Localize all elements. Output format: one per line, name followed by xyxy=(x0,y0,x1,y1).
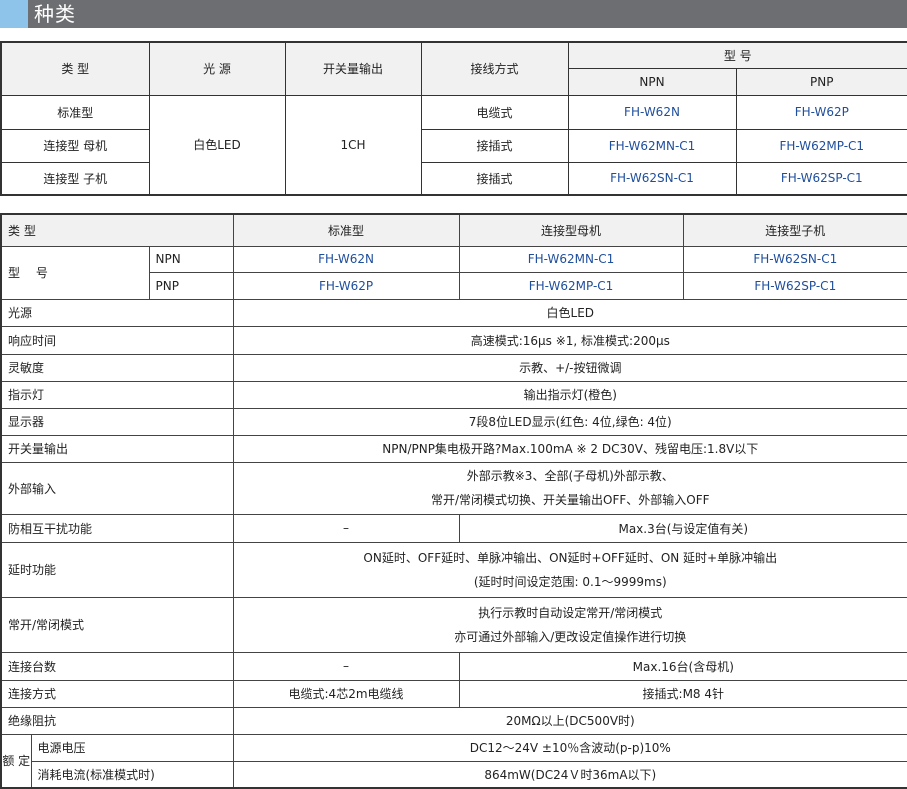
t2-wiring-label: 连接方式 xyxy=(0,679,234,708)
t2-header-master: 连接型母机 xyxy=(458,213,684,247)
t2-sw-value: NPN/PNP集电极开路?Max.100mA ※ 2 DC30V、残留电压:1.… xyxy=(232,434,907,463)
t2-ins-value: 20MΩ以上(DC500V时) xyxy=(232,706,907,735)
t2-count-right: Max.16台(含母机) xyxy=(458,651,907,681)
t2-npn-master: FH-W62MN-C1 xyxy=(458,245,684,273)
t2-cur-label: 消耗电流(标准模式时) xyxy=(30,760,234,789)
table-row: 标准型 白色LED 1CH 电缆式 FH-W62N FH-W62P xyxy=(0,94,907,196)
t1-header-npn: NPN xyxy=(567,67,737,96)
t2-anti-label: 防相互干扰功能 xyxy=(0,513,234,543)
t2-mode-label: 常开/常闭模式 xyxy=(0,596,234,653)
t2-ext-label: 外部输入 xyxy=(0,461,234,515)
t1-row-npn-model: FH-W62N xyxy=(567,94,737,130)
t2-delay-line1: ON延时、OFF延时、单脉冲输出、ON延时+OFF延时、ON 延时+单脉冲输出 xyxy=(363,550,778,565)
t2-model-label: 型 号 xyxy=(0,245,150,300)
t2-wiring-right: 接插式:M8 4针 xyxy=(458,679,907,708)
t1-row-npn-model: FH-W62SN-C1 xyxy=(567,161,737,196)
t1-header-type: 类 型 xyxy=(0,41,150,96)
table-row: 连接型 子机 接插式 FH-W62SN-C1 FH-W62SP-C1 xyxy=(0,161,907,196)
t2-disp-label: 显示器 xyxy=(0,407,234,436)
t2-pnp-slave: FH-W62SP-C1 xyxy=(682,271,907,300)
t2-resp-value: 高速模式:16μs ※1, 标准模式:200μs xyxy=(232,325,907,355)
t2-pnp-std: FH-W62P xyxy=(232,271,460,300)
section-title: 种类 xyxy=(34,2,76,26)
t2-volt-label: 电源电压 xyxy=(30,733,234,762)
t2-npn-std: FH-W62N xyxy=(232,245,460,273)
t2-ind-value: 输出指示灯(橙色) xyxy=(232,380,907,409)
t1-row-type: 标准型 xyxy=(0,94,150,130)
t2-rated-label: 额 定 xyxy=(0,733,32,789)
model-type-table: 类 型 光 源 开关量输出 接线方式 型 号 NPN PNP 标准型 白色LED… xyxy=(0,41,907,196)
t1-light-value: 白色LED xyxy=(148,94,286,196)
t1-row-conn: 接插式 xyxy=(420,128,569,163)
t2-ind-label: 指示灯 xyxy=(0,380,234,409)
t2-sens-label: 灵敏度 xyxy=(0,353,234,382)
t1-row-pnp-model: FH-W62P xyxy=(735,94,907,130)
t1-row-npn-model: FH-W62MN-C1 xyxy=(567,128,737,163)
table-row: 连接型 母机 接插式 FH-W62MN-C1 FH-W62MP-C1 xyxy=(0,128,907,163)
t2-sens-value: 示教、+/-按钮微调 xyxy=(232,353,907,382)
t1-row-pnp-model: FH-W62MP-C1 xyxy=(735,128,907,163)
t2-light-label: 光源 xyxy=(0,298,234,327)
t2-delay-label: 延时功能 xyxy=(0,541,234,598)
t2-anti-right: Max.3台(与设定值有关) xyxy=(458,513,907,543)
t1-header-light: 光 源 xyxy=(148,41,286,96)
t2-header-type: 类 型 xyxy=(0,213,234,247)
t2-disp-value: 7段8位LED显示(红色: 4位,绿色: 4位) xyxy=(232,407,907,436)
section-header: 种类 xyxy=(0,0,907,28)
t2-wiring-left: 电缆式:4芯2m电缆线 xyxy=(232,679,460,708)
t2-delay-line2: (延时时间设定范围: 0.1～9999ms) xyxy=(473,574,667,589)
t1-row-pnp-model: FH-W62SP-C1 xyxy=(735,161,907,196)
t1-header-model: 型 号 xyxy=(567,41,907,69)
t1-row-type: 连接型 母机 xyxy=(0,128,150,163)
t1-row-conn: 接插式 xyxy=(420,161,569,196)
t2-cur-value: 864mW(DC24Ｖ时36mA以下) xyxy=(232,760,907,789)
t1-output-value: 1CH xyxy=(284,94,422,196)
t2-npn-slave: FH-W62SN-C1 xyxy=(682,245,907,273)
t2-mode-line1: 执行示教时自动设定常开/常闭模式 xyxy=(478,605,663,620)
t2-anti-left: – xyxy=(232,513,460,543)
spec-table: 类 型 标准型 连接型母机 连接型子机 型 号 NPN FH-W62N FH-W… xyxy=(0,213,907,789)
t2-pnp-master: FH-W62MP-C1 xyxy=(458,271,684,300)
t2-mode-line2: 亦可通过外部输入/更改设定值操作进行切换 xyxy=(454,629,687,644)
t2-light-value: 白色LED xyxy=(232,298,907,327)
t2-header-slave: 连接型子机 xyxy=(682,213,907,247)
t2-volt-value: DC12～24V ±10％含波动(p-p)10% xyxy=(232,733,907,762)
t2-header-std: 标准型 xyxy=(232,213,460,247)
t2-ins-label: 绝缘阻抗 xyxy=(0,706,234,735)
t2-count-label: 连接台数 xyxy=(0,651,234,681)
t1-row-conn: 电缆式 xyxy=(420,94,569,130)
t2-sw-label: 开关量输出 xyxy=(0,434,234,463)
t2-ext-line1: 外部示教※3、全部(子母机)外部示教、 xyxy=(466,469,674,483)
t1-header-switch: 开关量输出 xyxy=(284,41,422,96)
t1-header-conn: 接线方式 xyxy=(420,41,569,96)
t1-row-type: 连接型 子机 xyxy=(0,161,150,196)
header-accent-block xyxy=(0,0,28,28)
t2-resp-label: 响应时间 xyxy=(0,325,234,355)
t2-pnp-label: PNP xyxy=(148,271,234,300)
t2-npn-label: NPN xyxy=(148,245,234,273)
t1-header-pnp: PNP xyxy=(735,67,907,96)
t2-ext-line2: 常开/常闭模式切换、开关量输出OFF、外部输入OFF xyxy=(431,493,710,507)
t2-count-left: – xyxy=(232,651,460,681)
